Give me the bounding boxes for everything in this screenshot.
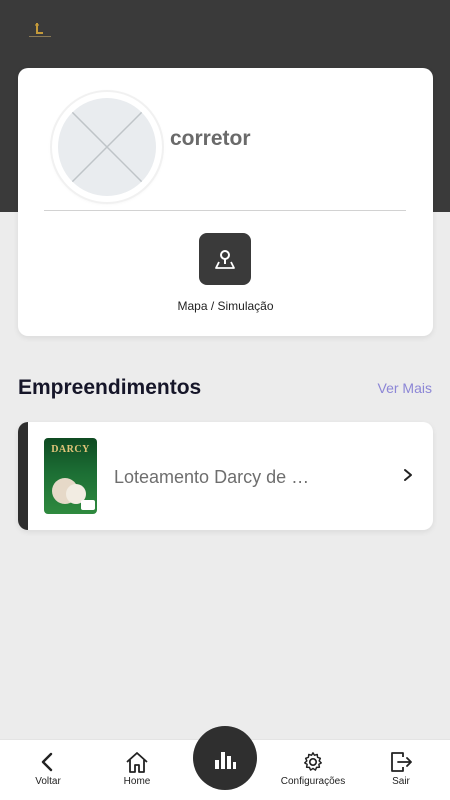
nav-settings[interactable]: Configurações [275, 740, 351, 800]
nav-logout[interactable]: Sair [376, 740, 426, 800]
projects-section-title: Empreendimentos [18, 376, 202, 399]
dashboard-button[interactable] [193, 726, 257, 790]
project-thumbnail: DARCY [44, 438, 97, 514]
project-name: Loteamento Darcy de … [114, 467, 310, 487]
nav-back-label: Voltar [35, 776, 61, 787]
nav-home-label: Home [123, 776, 151, 787]
map-simulation-label: Mapa / Simulação [177, 299, 274, 313]
see-more-link[interactable]: Ver Mais [378, 380, 432, 396]
profile-divider [44, 210, 406, 211]
logout-icon [391, 752, 412, 772]
thumbnail-badge [81, 500, 95, 510]
nav-back[interactable]: Voltar [18, 740, 78, 800]
nav-logout-label: Sair [392, 776, 410, 787]
brand-logo [29, 23, 51, 37]
thumbnail-title: DARCY [51, 444, 90, 455]
gear-icon [304, 752, 322, 771]
home-icon [126, 752, 148, 773]
arrow-left-icon [41, 752, 53, 772]
bar-chart-icon [215, 752, 236, 769]
map-pin-icon [215, 250, 235, 269]
nav-settings-label: Configurações [280, 776, 346, 787]
project-card-accent [18, 422, 28, 530]
avatar[interactable] [52, 92, 162, 202]
project-card[interactable]: DARCY Loteamento Darcy de … [18, 422, 433, 530]
map-simulation-button[interactable] [199, 233, 251, 285]
chevron-right-icon [404, 469, 412, 481]
placeholder-image-icon [71, 111, 143, 183]
avatar-placeholder [58, 98, 156, 196]
profile-card: corretor Mapa / Simulação [18, 68, 433, 336]
nav-home[interactable]: Home [107, 740, 167, 800]
profile-name: corretor [170, 127, 251, 150]
